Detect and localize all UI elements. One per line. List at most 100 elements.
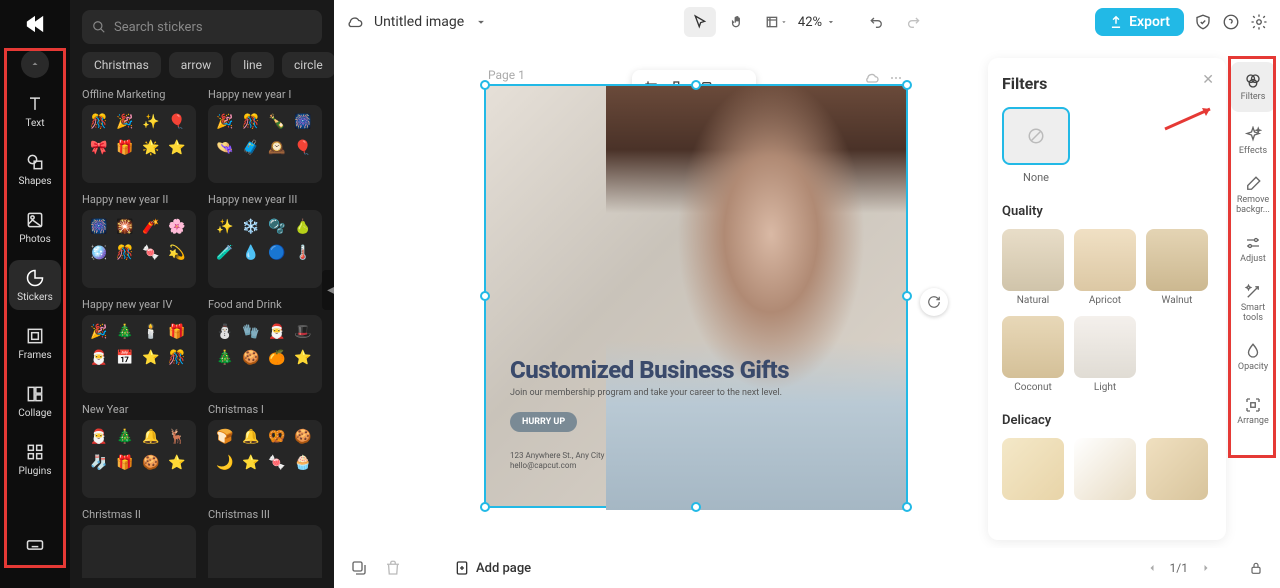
- nav-plugins[interactable]: Plugins: [9, 434, 61, 484]
- nav-photos[interactable]: Photos: [9, 202, 61, 252]
- nav-keyboard[interactable]: [9, 520, 61, 570]
- sticker-thumb: ⭐: [166, 452, 188, 474]
- resize-handle[interactable]: [480, 80, 490, 90]
- pack-list: Offline Marketing🎊🎉✨🎈🎀🎁🌟⭐Happy new year …: [70, 88, 334, 578]
- filter-tile[interactable]: Light: [1074, 316, 1136, 393]
- sticker-thumb: 🍪: [140, 452, 162, 474]
- sticker-thumb: 🎊: [240, 111, 262, 133]
- trash-icon[interactable]: [384, 559, 402, 577]
- canvas-page[interactable]: Customized Business Gifts Join our membe…: [484, 84, 908, 508]
- tool-remove-bg[interactable]: Remove backgr...: [1231, 170, 1275, 220]
- close-icon[interactable]: ✕: [1202, 72, 1214, 88]
- sticker-pack[interactable]: Happy new year IV🎉🎄🕯️🎁🎅📅⭐🎊: [82, 298, 196, 393]
- pack-title: Food and Drink: [208, 298, 322, 311]
- tool-arrange[interactable]: Arrange: [1231, 386, 1275, 436]
- tool-opacity[interactable]: Opacity: [1231, 332, 1275, 382]
- resize-handle[interactable]: [902, 80, 912, 90]
- undo-button[interactable]: [860, 7, 892, 37]
- pack-title: New Year: [82, 403, 196, 416]
- wand-icon: [1244, 283, 1262, 301]
- filter-label: Natural: [1002, 295, 1064, 306]
- resize-handle[interactable]: [480, 502, 490, 512]
- tool-smart[interactable]: Smart tools: [1231, 278, 1275, 328]
- chip-christmas[interactable]: Christmas: [82, 52, 161, 78]
- sticker-thumb: ⭐: [240, 452, 262, 474]
- circular-refresh-button[interactable]: [920, 288, 948, 316]
- shield-icon[interactable]: [1194, 13, 1212, 31]
- chevron-down-icon[interactable]: [474, 15, 488, 29]
- resize-handle[interactable]: [480, 291, 490, 301]
- search-input[interactable]: Search stickers: [82, 10, 322, 44]
- overlay-title: Customized Business Gifts: [510, 356, 789, 384]
- filter-tile[interactable]: Natural: [1002, 229, 1064, 306]
- resize-handle[interactable]: [691, 502, 701, 512]
- chip-line[interactable]: line: [231, 52, 274, 78]
- add-page-button[interactable]: Add page: [454, 560, 531, 576]
- prohibit-icon: [1027, 127, 1045, 145]
- nav-frames[interactable]: Frames: [9, 318, 61, 368]
- sticker-thumb: 💫: [166, 242, 188, 264]
- next-page-icon[interactable]: [1200, 562, 1212, 574]
- tool-effects[interactable]: Effects: [1231, 116, 1275, 166]
- filter-label: Apricot: [1074, 295, 1136, 306]
- tool-filters[interactable]: Filters: [1231, 62, 1275, 112]
- filter-none[interactable]: [1002, 107, 1070, 165]
- crop-tool[interactable]: [760, 7, 792, 37]
- sticker-thumb: 🌡️: [292, 242, 314, 264]
- zoom-control[interactable]: 42%: [798, 15, 836, 30]
- redo-button[interactable]: [898, 7, 930, 37]
- pan-tool[interactable]: [722, 7, 754, 37]
- nav-shapes[interactable]: Shapes: [9, 144, 61, 194]
- gear-icon[interactable]: [1250, 13, 1268, 31]
- sticker-pack[interactable]: Happy new year I🎉🎊🍾🎆👒🧳🕰️🎈: [208, 88, 322, 183]
- sticker-pack[interactable]: Christmas I🍞🔔🥨🍪🌙⭐🍬🧁: [208, 403, 322, 498]
- pack-preview: ⛄🧤🎅🎩🎄🍪🍊⭐: [208, 315, 322, 393]
- nav-text-label: Text: [25, 118, 44, 129]
- lock-icon[interactable]: [1248, 560, 1264, 576]
- sticker-pack[interactable]: New Year🎅🎄🔔🦌🧦🎁🍪⭐: [82, 403, 196, 498]
- resize-handle[interactable]: [691, 80, 701, 90]
- help-icon[interactable]: [1222, 13, 1240, 31]
- sticker-thumb: 🕯️: [140, 321, 162, 343]
- nav-stickers[interactable]: Stickers: [9, 260, 61, 310]
- nav-collage-label: Collage: [18, 408, 51, 419]
- search-icon: [92, 20, 106, 34]
- sticker-pack[interactable]: Christmas III: [208, 508, 322, 578]
- filter-tile[interactable]: [1002, 438, 1064, 500]
- filter-tile[interactable]: Apricot: [1074, 229, 1136, 306]
- sticker-thumb: 🎅: [266, 321, 288, 343]
- sticker-pack[interactable]: Happy new year II🎆🎇🧨🌸🪩🎊🍬💫: [82, 193, 196, 288]
- nav-collage[interactable]: Collage: [9, 376, 61, 426]
- sticker-thumb: 🍊: [266, 347, 288, 369]
- layers-icon[interactable]: [350, 559, 368, 577]
- chip-circle[interactable]: circle: [282, 52, 334, 78]
- doc-title[interactable]: Untitled image: [374, 14, 464, 30]
- app-logo[interactable]: [21, 10, 49, 38]
- sticker-pack[interactable]: Offline Marketing🎊🎉✨🎈🎀🎁🌟⭐: [82, 88, 196, 183]
- resize-handle[interactable]: [902, 502, 912, 512]
- sticker-thumb: 💧: [240, 242, 262, 264]
- filter-section-title: Delicacy: [1002, 413, 1212, 428]
- nav-stickers-label: Stickers: [17, 292, 53, 303]
- sticker-pack[interactable]: Happy new year III✨❄️🫧🍐🧪💧🔵🌡️: [208, 193, 322, 288]
- tool-adjust[interactable]: Adjust: [1231, 224, 1275, 274]
- resize-handle[interactable]: [902, 291, 912, 301]
- filter-tile[interactable]: [1074, 438, 1136, 500]
- select-tool[interactable]: [684, 7, 716, 37]
- sticker-thumb: 🔵: [266, 242, 288, 264]
- sticker-pack[interactable]: Christmas II: [82, 508, 196, 578]
- prev-page-icon[interactable]: [1146, 562, 1158, 574]
- sticker-thumb: 🍪: [292, 426, 314, 448]
- export-button[interactable]: Export: [1095, 8, 1184, 36]
- filter-tile[interactable]: [1146, 438, 1208, 500]
- filter-tile[interactable]: Walnut: [1146, 229, 1208, 306]
- sticker-pack[interactable]: Food and Drink ⛄🧤🎅🎩🎄🍪🍊⭐: [208, 298, 322, 393]
- rail-collapse[interactable]: [21, 50, 49, 78]
- filter-preview: [1146, 229, 1208, 291]
- nav-text[interactable]: Text: [9, 86, 61, 136]
- filter-tile[interactable]: Coconut: [1002, 316, 1064, 393]
- panel-collapse-icon[interactable]: ◀: [322, 270, 334, 310]
- chip-arrow[interactable]: arrow: [169, 52, 223, 78]
- sticker-thumb: 🍬: [140, 242, 162, 264]
- cloud-icon[interactable]: [346, 13, 364, 31]
